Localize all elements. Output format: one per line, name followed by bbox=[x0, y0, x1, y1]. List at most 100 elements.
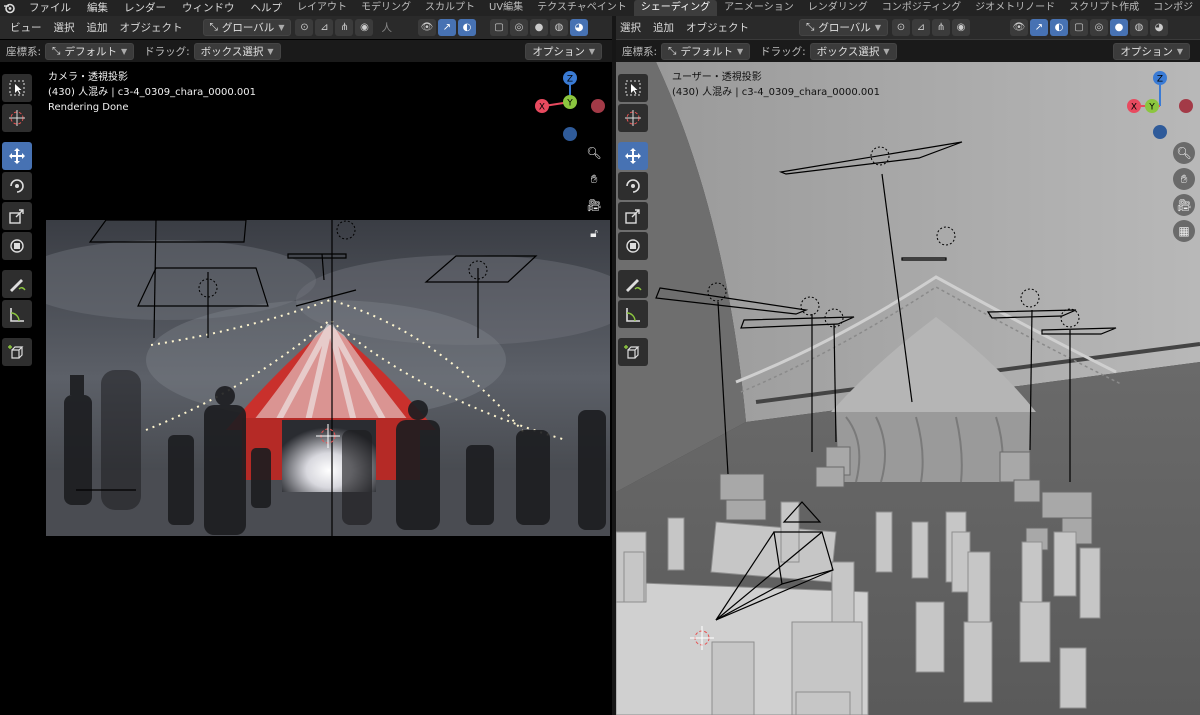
right-viewport-header: 選択 追加 オブジェクト ⤡ グローバル ▼ ⊙ ⊿ ⋔ ◉ 👁 ↗ ◐ ▢ ◎… bbox=[616, 16, 1200, 39]
drag-dropdown[interactable]: ボックス選択 ▼ bbox=[809, 42, 897, 60]
zoom-icon[interactable]: 🔍︎ bbox=[1173, 142, 1195, 164]
workspace-tab-layout[interactable]: レイアウト bbox=[290, 0, 354, 16]
snap-increment-icon[interactable]: ⋔ bbox=[931, 19, 950, 36]
visibility-eye-icon[interactable]: 👁 bbox=[1009, 19, 1028, 36]
pivot-icon[interactable]: ⊙ bbox=[891, 19, 910, 36]
workspace-tab-compositing[interactable]: コンポジティング bbox=[875, 0, 968, 16]
options-dropdown[interactable]: オプション ▼ bbox=[525, 43, 602, 60]
workspace-tab-uv[interactable]: UV編集 bbox=[482, 0, 530, 16]
visibility-eye-icon[interactable]: 👁 bbox=[417, 19, 436, 36]
add-menu[interactable]: 追加 bbox=[81, 20, 114, 35]
xray-toggle-icon[interactable]: ▢ bbox=[489, 19, 508, 36]
add-cube-icon[interactable] bbox=[618, 338, 648, 366]
left-viewport-header: ビュー 選択 追加 オブジェクト ⤡ グローバル ▼ ⊙ ⊿ ⋔ ◉ 人 👁 ↗… bbox=[0, 16, 612, 39]
shading-solid-icon[interactable]: ● bbox=[529, 19, 548, 36]
shading-rendered-icon[interactable]: ◕ bbox=[1149, 19, 1168, 36]
y-axis-label: Y bbox=[1148, 103, 1155, 113]
workspace-tab-sculpt[interactable]: スカルプト bbox=[418, 0, 482, 16]
chevron-down-icon: ▼ bbox=[588, 47, 595, 56]
camera-view-icon[interactable]: 🎥︎ bbox=[1173, 194, 1195, 216]
camera-view-icon[interactable]: 🎥︎ bbox=[583, 194, 605, 216]
right-viewport[interactable]: 選択 追加 オブジェクト ⤡ グローバル ▼ ⊙ ⊿ ⋔ ◉ 👁 ↗ ◐ ▢ ◎… bbox=[616, 16, 1200, 715]
workspace-tab-scripting[interactable]: スクリプト作成 bbox=[1062, 0, 1146, 16]
coord-system-value: デフォルト bbox=[680, 45, 733, 58]
top-menubar: ファイル 編集 レンダー ウィンドウ ヘルプ レイアウト モデリング スカルプト… bbox=[0, 0, 1200, 16]
drag-dropdown[interactable]: ボックス選択 ▼ bbox=[193, 42, 281, 60]
shading-material-icon[interactable]: ◍ bbox=[549, 19, 568, 36]
transform-orientation-dropdown[interactable]: ⤡ グローバル ▼ bbox=[202, 19, 292, 36]
shading-material-icon[interactable]: ◍ bbox=[1129, 19, 1148, 36]
overlay-toggle-icon[interactable]: ◐ bbox=[457, 19, 476, 36]
navigation-gizmo[interactable]: Z Y X bbox=[1120, 66, 1200, 146]
rotate-icon[interactable] bbox=[618, 172, 648, 200]
cursor-icon[interactable] bbox=[618, 104, 648, 132]
select-menu[interactable]: 選択 bbox=[48, 20, 81, 35]
drag-label: ドラッグ: bbox=[144, 45, 190, 58]
transform-icon[interactable] bbox=[618, 232, 648, 260]
pivot-icon[interactable]: ⊙ bbox=[295, 19, 314, 36]
select-box-icon[interactable] bbox=[618, 74, 648, 102]
menu-render[interactable]: レンダー bbox=[116, 0, 174, 16]
hand-pan-icon[interactable]: ✋︎ bbox=[1173, 168, 1195, 190]
annotate-icon[interactable] bbox=[2, 270, 32, 298]
snap-increment-icon[interactable]: ⋔ bbox=[335, 19, 354, 36]
gizmo-toggle-icon[interactable]: ↗ bbox=[1029, 19, 1048, 36]
rotate-icon[interactable] bbox=[2, 172, 32, 200]
menu-window[interactable]: ウィンドウ bbox=[174, 0, 243, 16]
shading-wireframe-icon[interactable]: ◎ bbox=[509, 19, 528, 36]
coord-system-dropdown[interactable]: ⤡ デフォルト ▼ bbox=[661, 42, 751, 60]
menu-edit[interactable]: 編集 bbox=[79, 0, 116, 16]
scale-icon[interactable] bbox=[2, 202, 32, 230]
chevron-down-icon: ▼ bbox=[1176, 47, 1183, 56]
transform-icon[interactable] bbox=[2, 232, 32, 260]
object-menu[interactable]: オブジェクト bbox=[114, 20, 189, 35]
shading-wireframe-icon[interactable]: ◎ bbox=[1089, 19, 1108, 36]
workspace-tab-geometry-nodes[interactable]: ジオメトリノード bbox=[968, 0, 1062, 16]
grid-ortho-icon[interactable]: ▦ bbox=[1173, 220, 1195, 242]
transform-orientation-dropdown[interactable]: ⤡ グローバル ▼ bbox=[799, 19, 888, 36]
menu-help[interactable]: ヘルプ bbox=[243, 0, 291, 16]
xray-toggle-icon[interactable]: ▢ bbox=[1069, 19, 1088, 36]
lock-icon[interactable]: 🔓︎ bbox=[583, 222, 605, 244]
zoom-icon[interactable]: 🔍︎ bbox=[583, 142, 605, 164]
measure-icon[interactable] bbox=[618, 300, 648, 328]
navigation-gizmo[interactable]: Z Y X bbox=[530, 66, 610, 146]
workspace-tab-animation[interactable]: アニメーション bbox=[717, 0, 801, 16]
hand-pan-icon[interactable]: ✋︎ bbox=[583, 168, 605, 190]
snap-icon[interactable]: ⊿ bbox=[911, 19, 930, 36]
proportional-edit-icon[interactable]: ◉ bbox=[355, 19, 374, 36]
snap-icon[interactable]: ⊿ bbox=[315, 19, 334, 36]
view-menu[interactable]: ビュー bbox=[0, 20, 48, 35]
workspace-tab-compositing-2[interactable]: コンポジ bbox=[1146, 0, 1200, 16]
select-box-icon[interactable] bbox=[2, 74, 32, 102]
object-menu[interactable]: オブジェクト bbox=[680, 20, 755, 35]
proportional-edit-icon[interactable]: ◉ bbox=[951, 19, 970, 36]
overlay-toggle-icon[interactable]: ◐ bbox=[1049, 19, 1068, 36]
snap-target-label[interactable]: 人 bbox=[375, 20, 398, 35]
move-icon[interactable] bbox=[2, 142, 32, 170]
options-dropdown[interactable]: オプション ▼ bbox=[1113, 43, 1190, 60]
solid-shaded-scene[interactable] bbox=[616, 62, 1200, 715]
coord-system-dropdown[interactable]: ⤡ デフォルト ▼ bbox=[45, 42, 135, 60]
workspace-tab-rendering[interactable]: レンダリング bbox=[801, 0, 875, 16]
blender-logo-icon[interactable] bbox=[3, 1, 15, 15]
camera-render-frame[interactable] bbox=[46, 220, 610, 536]
workspace-tab-shading[interactable]: シェーディング bbox=[633, 0, 718, 16]
move-icon[interactable] bbox=[618, 142, 648, 170]
add-cube-icon[interactable] bbox=[2, 338, 32, 366]
select-menu[interactable]: 選択 bbox=[616, 20, 647, 35]
annotate-icon[interactable] bbox=[618, 270, 648, 298]
measure-icon[interactable] bbox=[2, 300, 32, 328]
menu-file[interactable]: ファイル bbox=[21, 0, 79, 16]
cursor-icon[interactable] bbox=[2, 104, 32, 132]
coord-system-label: 座標系: bbox=[622, 45, 658, 58]
left-viewport[interactable]: ビュー 選択 追加 オブジェクト ⤡ グローバル ▼ ⊙ ⊿ ⋔ ◉ 人 👁 ↗… bbox=[0, 16, 612, 715]
orientation-value: グローバル bbox=[818, 22, 871, 34]
shading-rendered-icon[interactable]: ◕ bbox=[569, 19, 588, 36]
workspace-tab-texture-paint[interactable]: テクスチャペイント bbox=[530, 0, 634, 16]
add-menu[interactable]: 追加 bbox=[647, 20, 680, 35]
scale-icon[interactable] bbox=[618, 202, 648, 230]
workspace-tab-modeling[interactable]: モデリング bbox=[354, 0, 418, 16]
shading-solid-icon[interactable]: ● bbox=[1109, 19, 1128, 36]
gizmo-toggle-icon[interactable]: ↗ bbox=[437, 19, 456, 36]
